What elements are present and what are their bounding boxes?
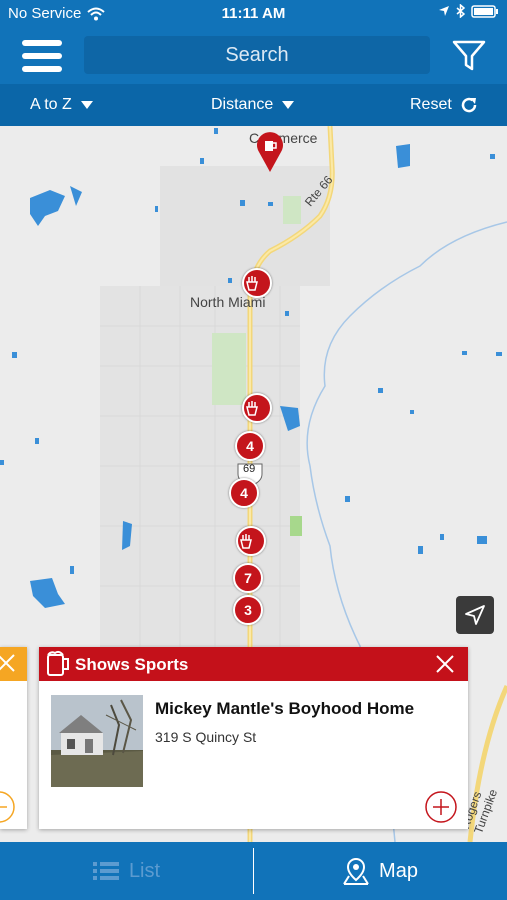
bottom-nav: List Map (0, 842, 507, 900)
search-input[interactable]: Search (84, 36, 430, 74)
cluster-marker[interactable]: 4 (229, 478, 259, 508)
close-icon (0, 654, 15, 672)
tab-map-label: Map (379, 859, 418, 882)
top-bar: Search (0, 28, 507, 84)
beer-mug-icon (47, 650, 69, 676)
filter-icon[interactable] (452, 40, 486, 72)
fries-icon (246, 401, 258, 416)
list-icon (92, 862, 119, 880)
sort-label: A to Z (30, 96, 72, 113)
fries-marker[interactable] (242, 393, 272, 423)
adjacent-card-header (0, 647, 27, 681)
sort-dropdown[interactable]: A to Z (30, 96, 94, 114)
road-label-69: 69 (243, 463, 256, 475)
current-location-button[interactable] (456, 596, 494, 634)
caret-down-icon (80, 101, 93, 109)
location-card[interactable]: Shows Sports Mickey Mantle's Boyhood Hom… (39, 647, 468, 829)
card-category: Shows Sports (75, 655, 189, 674)
menu-icon[interactable] (22, 38, 62, 74)
refresh-icon (461, 97, 477, 113)
beer-pin-marker[interactable] (256, 132, 284, 172)
caret-down-icon (282, 101, 295, 109)
card-header: Shows Sports (39, 647, 468, 681)
clock: 11:11 AM (221, 5, 286, 22)
tab-list-label: List (128, 859, 161, 882)
add-to-trip-icon[interactable] (424, 790, 458, 824)
filter-bar: A to Z Distance Reset (0, 84, 507, 126)
tab-map[interactable]: Map (254, 842, 507, 900)
fries-marker[interactable] (242, 268, 272, 298)
distance-dropdown[interactable]: Distance (211, 96, 295, 114)
distance-label: Distance (211, 96, 274, 113)
cluster-marker[interactable]: 4 (235, 431, 265, 461)
location-photo (51, 695, 143, 787)
fries-icon (240, 534, 252, 549)
tab-list[interactable]: List (0, 842, 253, 900)
fries-icon (246, 276, 258, 291)
location-address: 319 S Quincy St (155, 729, 257, 745)
status-bar: No Service 11:11 AM (0, 0, 507, 28)
location-name[interactable]: Mickey Mantle's Boyhood Home (155, 699, 414, 719)
add-icon (0, 791, 15, 823)
adjacent-card-left[interactable] (0, 647, 27, 829)
close-icon[interactable] (435, 654, 455, 674)
map-pin-icon (343, 857, 369, 885)
cluster-marker[interactable]: 7 (233, 563, 263, 593)
reset-label: Reset (410, 96, 452, 113)
battery-icon (471, 4, 498, 18)
location-arrow-icon (439, 6, 449, 16)
fries-marker[interactable] (236, 526, 266, 556)
cluster-marker[interactable]: 3 (233, 595, 263, 625)
bluetooth-icon (456, 4, 465, 18)
location-arrow-icon (465, 605, 485, 625)
reset-button[interactable]: Reset (410, 96, 478, 114)
